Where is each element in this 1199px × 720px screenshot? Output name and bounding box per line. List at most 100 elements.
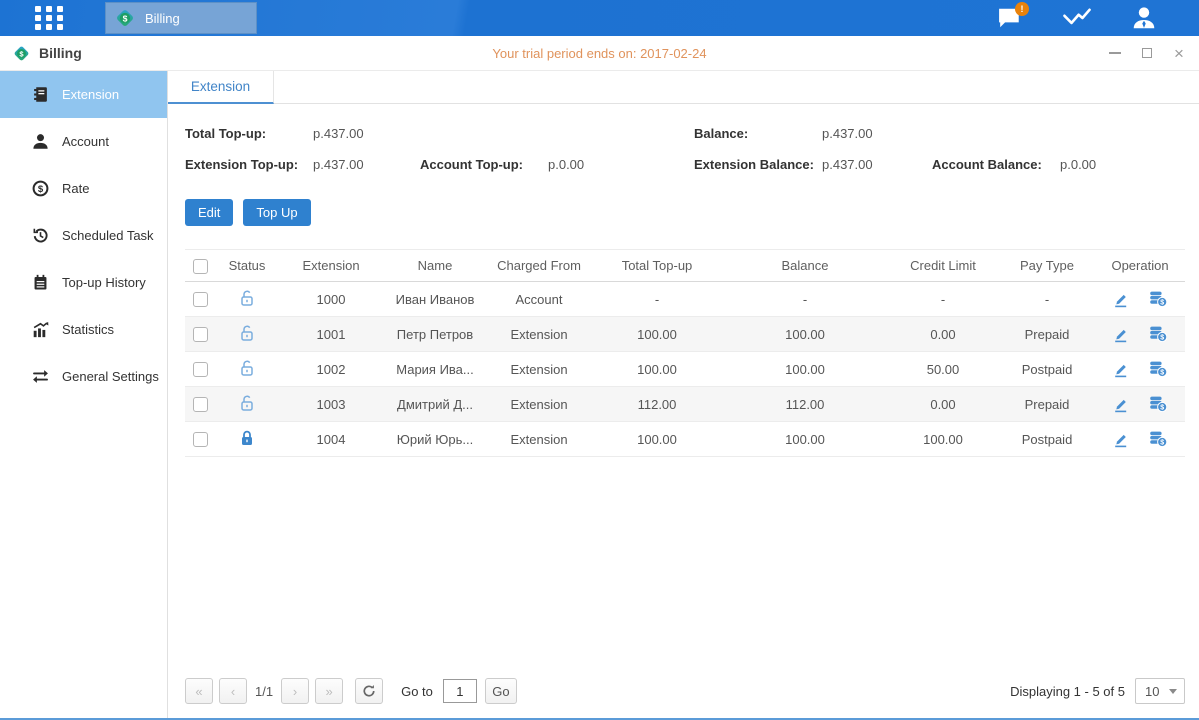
- cell-name: Дмитрий Д...: [383, 387, 487, 422]
- maximize-button[interactable]: [1139, 45, 1155, 61]
- sidebar-item-rate[interactable]: $ Rate: [0, 165, 167, 212]
- top-up-row-icon[interactable]: $: [1149, 291, 1167, 307]
- table-row: 1000 Иван Иванов Account - - - -: [185, 282, 1185, 317]
- account-topup-value: p.0.00: [548, 157, 584, 172]
- top-up-button[interactable]: Top Up: [243, 199, 310, 226]
- account-balance-label: Account Balance:: [932, 157, 1060, 172]
- extension-balance-label: Extension Balance:: [694, 157, 822, 172]
- chevron-down-icon: [1169, 689, 1177, 694]
- top-up-row-icon[interactable]: $: [1149, 326, 1167, 342]
- page-indicator: 1/1: [255, 684, 273, 699]
- svg-text:$: $: [1160, 405, 1164, 412]
- sidebar-item-scheduled-task[interactable]: Scheduled Task: [0, 212, 167, 259]
- edit-row-icon[interactable]: [1113, 326, 1129, 343]
- edit-row-icon[interactable]: [1113, 396, 1129, 413]
- pagination-bar: « ‹ 1/1 › » Go to Go Display: [185, 674, 1185, 718]
- go-button[interactable]: Go: [485, 678, 517, 704]
- sidebar-item-statistics[interactable]: Statistics: [0, 306, 167, 353]
- account-balance-value: p.0.00: [1060, 157, 1096, 172]
- prev-page-button[interactable]: ‹: [219, 678, 247, 704]
- cell-credit-limit: 50.00: [887, 352, 999, 387]
- first-page-button[interactable]: «: [185, 678, 213, 704]
- goto-page-input[interactable]: [443, 679, 477, 703]
- cell-charged-from: Extension: [487, 352, 591, 387]
- svg-text:$: $: [38, 184, 44, 195]
- row-checkbox[interactable]: [193, 432, 208, 447]
- displaying-count: Displaying 1 - 5 of 5: [1010, 684, 1125, 699]
- status-unlocked-icon: [239, 359, 255, 377]
- row-checkbox[interactable]: [193, 327, 208, 342]
- sidebar-nav: Extension Account $ Rate: [0, 71, 168, 718]
- tab-extension[interactable]: Extension: [168, 71, 274, 104]
- cell-total-topup: 100.00: [591, 422, 723, 457]
- row-checkbox[interactable]: [193, 292, 208, 307]
- top-up-row-icon[interactable]: $: [1149, 431, 1167, 447]
- table-row: 1004 Юрий Юрь... Extension 100.00 100.00…: [185, 422, 1185, 457]
- row-checkbox[interactable]: [193, 362, 208, 377]
- balance-summary: Total Top-up:p.437.00 Balance:p.437.00 E…: [185, 126, 1185, 177]
- sidebar-item-account[interactable]: Account: [0, 118, 167, 165]
- top-up-row-icon[interactable]: $: [1149, 396, 1167, 412]
- sidebar-item-label: Extension: [62, 87, 119, 102]
- edit-row-icon[interactable]: [1113, 431, 1129, 448]
- status-unlocked-icon: [239, 394, 255, 412]
- cell-balance: 112.00: [723, 387, 887, 422]
- last-page-button[interactable]: »: [315, 678, 343, 704]
- cell-pay-type: Postpaid: [999, 422, 1095, 457]
- sidebar-item-extension[interactable]: Extension: [0, 71, 167, 118]
- svg-text:$: $: [123, 13, 128, 23]
- taskbar-item-label: Billing: [145, 11, 180, 26]
- cell-pay-type: Prepaid: [999, 387, 1095, 422]
- cell-extension: 1000: [279, 282, 383, 317]
- sidebar-item-topup-history[interactable]: Top-up History: [0, 259, 167, 306]
- app-window: $ Billing !: [0, 0, 1199, 720]
- cell-balance: 100.00: [723, 352, 887, 387]
- cell-pay-type: Prepaid: [999, 317, 1095, 352]
- cell-extension: 1004: [279, 422, 383, 457]
- cell-charged-from: Extension: [487, 422, 591, 457]
- cell-total-topup: 100.00: [591, 317, 723, 352]
- notifications-icon[interactable]: !: [993, 5, 1027, 31]
- refresh-button[interactable]: [355, 678, 383, 704]
- next-page-button[interactable]: ›: [281, 678, 309, 704]
- tab-bar: Extension: [168, 71, 1199, 104]
- cell-balance: -: [723, 282, 887, 317]
- trial-period-notice: Your trial period ends on: 2017-02-24: [0, 46, 1199, 61]
- svg-text:$: $: [1160, 370, 1164, 377]
- svg-text:$: $: [1160, 335, 1164, 342]
- row-checkbox[interactable]: [193, 397, 208, 412]
- extension-topup-label: Extension Top-up:: [185, 157, 313, 172]
- svg-text:$: $: [1160, 440, 1164, 447]
- cell-total-topup: 100.00: [591, 352, 723, 387]
- balance-label: Balance:: [694, 126, 822, 141]
- table-row: 1002 Мария Ива... Extension 100.00 100.0…: [185, 352, 1185, 387]
- minimize-button[interactable]: [1107, 45, 1123, 61]
- edit-row-icon[interactable]: [1113, 361, 1129, 378]
- cell-name: Иван Иванов: [383, 282, 487, 317]
- extension-topup-value: p.437.00: [313, 157, 364, 172]
- sidebar-item-label: Rate: [62, 181, 89, 196]
- cell-charged-from: Account: [487, 282, 591, 317]
- app-launcher-grid-icon[interactable]: [35, 6, 63, 30]
- status-unlocked-icon: [239, 289, 255, 307]
- billing-window-icon: $: [12, 44, 31, 63]
- sidebar-item-label: Statistics: [62, 322, 114, 337]
- reports-chart-icon[interactable]: [1060, 5, 1094, 31]
- close-button[interactable]: ×: [1171, 45, 1187, 61]
- sidebar-item-label: Scheduled Task: [62, 228, 154, 243]
- sidebar-item-general-settings[interactable]: General Settings: [0, 353, 167, 400]
- table-row: 1003 Дмитрий Д... Extension 112.00 112.0…: [185, 387, 1185, 422]
- top-up-row-icon[interactable]: $: [1149, 361, 1167, 377]
- window-titlebar: $ Billing Your trial period ends on: 201…: [0, 36, 1199, 71]
- select-all-checkbox[interactable]: [193, 259, 208, 274]
- user-account-icon[interactable]: [1127, 5, 1161, 31]
- edit-button[interactable]: Edit: [185, 199, 233, 226]
- cell-credit-limit: 0.00: [887, 387, 999, 422]
- edit-row-icon[interactable]: [1113, 291, 1129, 308]
- cell-extension: 1001: [279, 317, 383, 352]
- cell-credit-limit: 0.00: [887, 317, 999, 352]
- extension-journal-icon: [32, 86, 49, 103]
- column-credit-limit: Credit Limit: [887, 250, 999, 282]
- taskbar-billing-item[interactable]: $ Billing: [105, 2, 257, 34]
- page-size-select[interactable]: 10: [1135, 678, 1185, 704]
